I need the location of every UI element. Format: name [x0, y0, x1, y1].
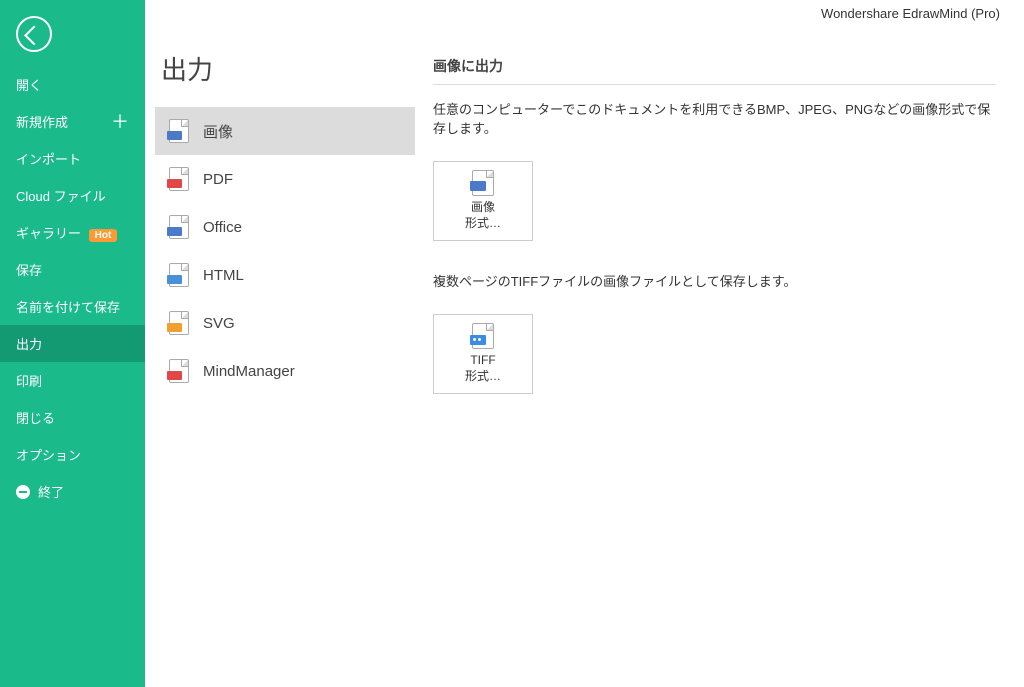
- back-arrow-icon: [24, 26, 44, 46]
- sidebar-label: 閉じる: [16, 408, 55, 427]
- format-list: 出力 画像 PDF Office HTML SVG MindManager: [145, 0, 415, 687]
- file-icon: [169, 215, 189, 239]
- sidebar-item-exit[interactable]: 終了: [0, 473, 145, 510]
- sidebar-item-open[interactable]: 開く: [0, 66, 145, 103]
- hot-badge: Hot: [89, 229, 118, 242]
- sidebar-item-new[interactable]: 新規作成 ＋: [0, 103, 145, 140]
- format-item-html[interactable]: HTML: [155, 251, 415, 299]
- file-icon: [169, 359, 189, 383]
- format-item-pdf[interactable]: PDF: [155, 155, 415, 203]
- format-label: PDF: [203, 171, 233, 188]
- back-button[interactable]: [16, 16, 52, 52]
- plus-icon: ＋: [111, 113, 129, 131]
- format-item-画像[interactable]: 画像: [155, 107, 415, 155]
- tiff-file-icon: [472, 323, 494, 349]
- export-image-card[interactable]: 画像形式…: [433, 161, 533, 241]
- sidebar-label: 印刷: [16, 371, 42, 390]
- sidebar-item-import[interactable]: インポート: [0, 140, 145, 177]
- sidebar-label: 開く: [16, 75, 42, 94]
- section-desc: 複数ページのTIFFファイルの画像ファイルとして保存します。: [433, 271, 996, 290]
- format-label: SVG: [203, 315, 235, 332]
- sidebar-item-save-as[interactable]: 名前を付けて保存: [0, 288, 145, 325]
- sidebar-item-print[interactable]: 印刷: [0, 362, 145, 399]
- detail-panel: 画像に出力 任意のコンピューターでこのドキュメントを利用できるBMP、JPEG、…: [415, 0, 1024, 687]
- sidebar-label: ギャラリー: [16, 226, 81, 241]
- sidebar-label: オプション: [16, 445, 81, 464]
- format-label: HTML: [203, 267, 244, 284]
- sidebar: 開く 新規作成 ＋ インポート Cloud ファイル ギャラリー Hot 保存 …: [0, 0, 145, 687]
- page-heading: 出力: [161, 50, 415, 87]
- app-title: Wondershare EdrawMind (Pro): [821, 6, 1000, 21]
- format-label: MindManager: [203, 363, 295, 380]
- sidebar-item-save[interactable]: 保存: [0, 251, 145, 288]
- card-label: 画像形式…: [465, 200, 501, 231]
- sidebar-label: 出力: [16, 334, 42, 353]
- format-item-office[interactable]: Office: [155, 203, 415, 251]
- sidebar-item-option[interactable]: オプション: [0, 436, 145, 473]
- format-label: Office: [203, 219, 242, 236]
- file-icon: [169, 167, 189, 191]
- sidebar-item-cloud[interactable]: Cloud ファイル: [0, 177, 145, 214]
- sidebar-label: Cloud ファイル: [16, 186, 106, 205]
- file-icon: [169, 263, 189, 287]
- exit-icon: [16, 485, 30, 499]
- sidebar-label: 終了: [38, 482, 64, 501]
- sidebar-item-export[interactable]: 出力: [0, 325, 145, 362]
- sidebar-item-close[interactable]: 閉じる: [0, 399, 145, 436]
- file-icon: [169, 311, 189, 335]
- sidebar-item-gallery[interactable]: ギャラリー Hot: [0, 214, 145, 251]
- export-tiff-card[interactable]: TIFF形式…: [433, 314, 533, 394]
- section-title: 画像に出力: [433, 56, 996, 85]
- image-file-icon: [472, 170, 494, 196]
- file-icon: [169, 119, 189, 143]
- sidebar-label: インポート: [16, 149, 81, 168]
- sidebar-label: 保存: [16, 260, 42, 279]
- format-item-svg[interactable]: SVG: [155, 299, 415, 347]
- sidebar-label: 新規作成: [16, 112, 68, 131]
- format-item-mindmanager[interactable]: MindManager: [155, 347, 415, 395]
- sidebar-label: 名前を付けて保存: [16, 297, 120, 316]
- format-label: 画像: [203, 121, 233, 142]
- section-desc: 任意のコンピューターでこのドキュメントを利用できるBMP、JPEG、PNGなどの…: [433, 99, 996, 137]
- card-label: TIFF形式…: [465, 353, 501, 384]
